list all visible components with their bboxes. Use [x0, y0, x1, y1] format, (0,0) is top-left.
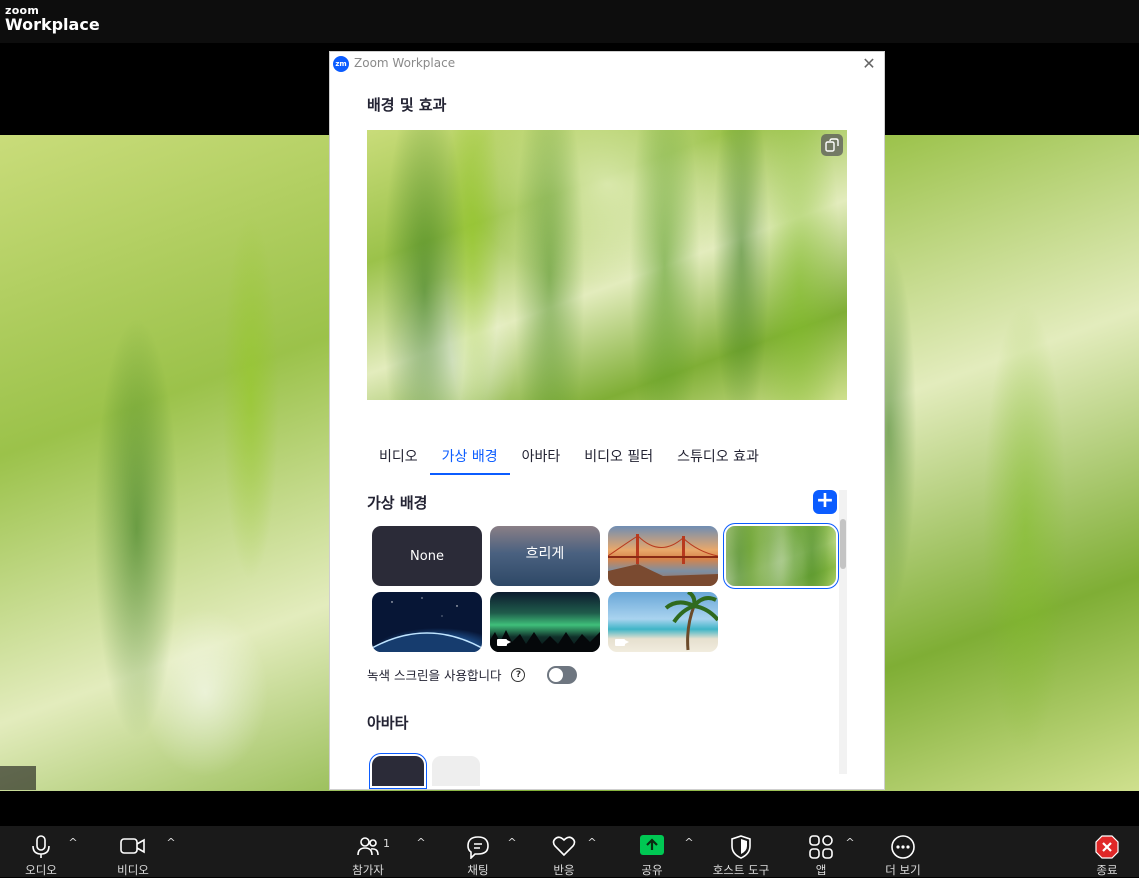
shield-icon: [731, 835, 751, 859]
background-effects-dialog: zm Zoom Workplace ✕ 배경 및 효과 비디오 가상 배경 아바…: [330, 52, 884, 789]
bg-thumb-golden-gate[interactable]: [608, 526, 718, 586]
close-button[interactable]: ✕: [860, 55, 878, 73]
share-button[interactable]: 공유: [624, 826, 680, 877]
more-label: 더 보기: [885, 863, 921, 877]
bg-thumb-beach[interactable]: [608, 592, 718, 652]
bg-thumb-blur[interactable]: 흐리게: [490, 526, 600, 586]
green-screen-toggle[interactable]: [547, 665, 578, 684]
apps-button[interactable]: 앱: [794, 826, 848, 877]
end-meeting-icon: [1095, 835, 1119, 859]
apps-icon: [809, 835, 833, 859]
tab-studio-effects[interactable]: 스튜디오 효과: [665, 445, 771, 473]
bridge-image: [608, 534, 718, 586]
video-camera-icon: [120, 838, 145, 854]
audio-button[interactable]: 오디오: [10, 826, 72, 877]
more-options-icon: [891, 835, 915, 859]
heart-icon: [552, 836, 576, 857]
more-button[interactable]: 더 보기: [872, 826, 934, 877]
top-bar: zoom Workplace: [0, 0, 1139, 43]
chat-options-caret[interactable]: ^: [505, 836, 519, 850]
bg-thumb-aurora[interactable]: [490, 592, 600, 652]
bg-thumb-grass[interactable]: [726, 526, 836, 586]
reactions-label: 반응: [553, 863, 575, 877]
toggle-knob: [549, 667, 564, 682]
earth-image: [372, 597, 482, 652]
bg-thumb-label: 흐리게: [525, 546, 565, 562]
green-screen-row: 녹색 스크린을 사용합니다 ?: [367, 665, 578, 684]
avatar-thumb[interactable]: [432, 756, 480, 786]
video-options-caret[interactable]: ^: [164, 836, 178, 850]
bg-thumb-earth[interactable]: [372, 592, 482, 652]
end-meeting-button[interactable]: 종료: [1080, 826, 1134, 877]
bg-thumb-none[interactable]: None: [372, 526, 482, 586]
bg-thumb-label: None: [410, 548, 444, 564]
apps-options-caret[interactable]: ^: [843, 836, 857, 850]
host-tools-label: 호스트 도구: [712, 863, 770, 877]
add-background-button[interactable]: +: [813, 490, 837, 514]
logo-line2: Workplace: [5, 15, 100, 34]
share-label: 공유: [641, 863, 663, 877]
video-button[interactable]: 비디오: [102, 826, 164, 877]
apps-label: 앱: [815, 863, 827, 877]
tab-virtual-background[interactable]: 가상 배경: [429, 445, 510, 475]
participants-label: 참가자: [352, 863, 384, 877]
video-preview: [367, 130, 847, 400]
reactions-button[interactable]: 반응: [536, 826, 592, 877]
host-tools-button[interactable]: 호스트 도구: [700, 826, 782, 877]
chat-label: 채팅: [467, 863, 489, 877]
meeting-toolbar: 오디오 ^ 비디오 ^ 참가자 1 ^ 채팅 ^ 반응 ^ 공유 ^ 호스트 도…: [0, 826, 1139, 877]
reactions-options-caret[interactable]: ^: [585, 836, 599, 850]
video-background-icon: [497, 639, 511, 646]
audio-label: 오디오: [25, 863, 57, 877]
share-options-caret[interactable]: ^: [682, 836, 696, 850]
effects-tabs: 비디오 가상 배경 아바타 비디오 필터 스튜디오 효과: [367, 445, 771, 475]
virtual-background-title: 가상 배경: [367, 494, 428, 512]
participants-count: 1: [383, 837, 390, 850]
scrollbar-thumb[interactable]: [840, 519, 846, 569]
share-screen-icon: [640, 835, 664, 855]
video-label: 비디오: [117, 863, 149, 877]
dialog-heading: 배경 및 효과: [367, 96, 447, 114]
participants-options-caret[interactable]: ^: [414, 836, 428, 850]
help-icon[interactable]: ?: [511, 667, 526, 682]
microphone-icon: [32, 835, 50, 858]
green-screen-label: 녹색 스크린을 사용합니다: [367, 668, 502, 683]
chat-icon: [467, 836, 489, 859]
dialog-app-title: Zoom Workplace: [354, 56, 456, 70]
video-background-icon: [615, 639, 629, 646]
avatar-thumb-selected[interactable]: [372, 756, 424, 786]
tab-video-filter[interactable]: 비디오 필터: [572, 445, 665, 473]
rotate-icon: [825, 138, 839, 152]
avatar-section-title: 아바타: [367, 714, 409, 732]
tab-avatar[interactable]: 아바타: [510, 445, 573, 473]
rotate-camera-button[interactable]: [821, 134, 843, 156]
tab-video[interactable]: 비디오: [367, 445, 430, 473]
participants-button[interactable]: 참가자: [338, 826, 398, 877]
chat-button[interactable]: 채팅: [450, 826, 506, 877]
dialog-titlebar: zm Zoom Workplace ✕: [330, 52, 884, 76]
video-name-tag: [0, 766, 36, 790]
zoom-workplace-logo: zoom Workplace: [5, 5, 100, 33]
zoom-app-icon: zm: [333, 56, 349, 72]
participants-icon: [357, 837, 379, 856]
audio-options-caret[interactable]: ^: [66, 836, 80, 850]
end-label: 종료: [1096, 863, 1118, 877]
